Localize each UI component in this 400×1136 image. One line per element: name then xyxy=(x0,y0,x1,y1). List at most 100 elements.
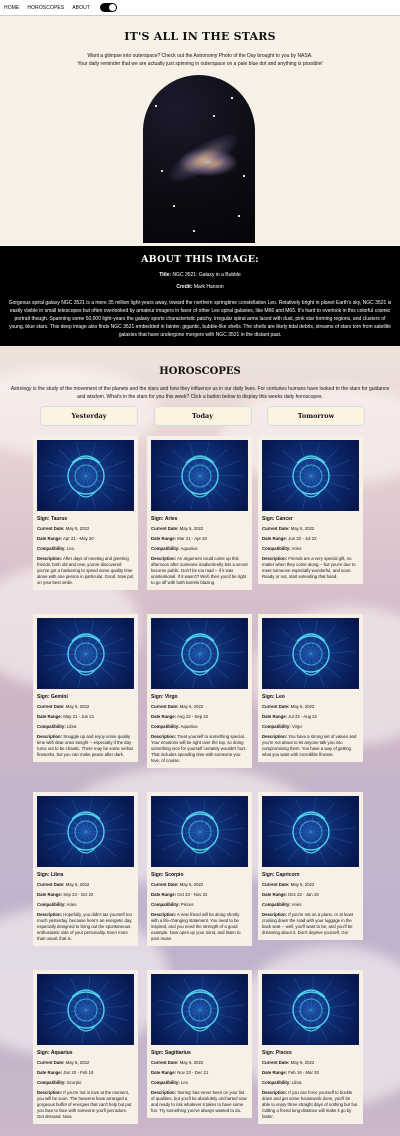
page-title: IT'S ALL IN THE STARS xyxy=(124,30,276,43)
top-nav: HOME HOROSCOPES ABOUT xyxy=(0,0,400,16)
hero-text-line-1: Want a glimpse into outerspace? Check ou… xyxy=(87,53,313,59)
card-sign: Sign: Pisces xyxy=(262,1050,292,1056)
day-tabs: Yesterday Today Tomorrow xyxy=(40,406,365,426)
card-sign: Sign: Cancer xyxy=(262,516,293,522)
card-current-date: Current Date: May 5, 2022 xyxy=(37,882,90,887)
card-current-date: Current Date: May 5, 2022 xyxy=(37,526,90,531)
image-credit: Credit: Mark Hanson xyxy=(176,284,224,290)
image-description: Gorgeous spiral galaxy NGC 3521 is a mer… xyxy=(8,300,392,338)
card-date-range: Date Range: Dec 22 - Jan 19 xyxy=(262,892,319,897)
card-date-range: Date Range: Aug 23 - Sep 22 xyxy=(151,714,209,719)
card-sign: Sign: Virgo xyxy=(151,694,178,700)
card-current-date: Current Date: May 5, 2022 xyxy=(151,1060,204,1065)
card-description: Description: If you're not on a plane, o… xyxy=(262,912,354,935)
card-date-range: Date Range: Nov 23 - Dec 21 xyxy=(151,1070,209,1075)
card-sign: Sign: Aries xyxy=(151,516,178,522)
hero-text-line-2: Your daily reminder that we are actually… xyxy=(77,61,323,67)
zodiac-sign-image xyxy=(151,618,248,689)
card-date-range: Date Range: Apr 21 - May 20 xyxy=(37,536,94,541)
card-date-range: Date Range: Oct 23 - Nov 22 xyxy=(151,892,208,897)
card-current-date: Current Date: May 5, 2022 xyxy=(262,526,315,531)
about-image-section: ABOUT THIS IMAGE: Title: NGC 3521: Galax… xyxy=(0,246,400,346)
card-description: Description: Hopefully, you didn't tax y… xyxy=(37,912,133,941)
card-current-date: Current Date: May 5, 2022 xyxy=(262,704,315,709)
horoscope-card: Sign: Taurus Current Date: May 5, 2022 Dat… xyxy=(33,436,138,590)
card-compatibility: Compatibility: Virgo xyxy=(262,724,302,729)
zodiac-sign-image xyxy=(262,796,359,867)
card-description: Description: If you're not in love at th… xyxy=(37,1090,132,1119)
zodiac-sign-image xyxy=(262,974,359,1045)
card-description: Description: Treat yourself to something… xyxy=(151,734,247,763)
card-description: Description: Friends are a very special … xyxy=(262,556,356,579)
card-current-date: Current Date: May 5, 2022 xyxy=(37,1060,90,1065)
card-description: Description: Snuggle up and enjoy some q… xyxy=(37,734,133,757)
card-sign: Sign: Scorpio xyxy=(151,872,184,878)
zodiac-sign-image xyxy=(151,974,248,1045)
card-date-range: Date Range: Jul 23 - Aug 22 xyxy=(262,714,317,719)
zodiac-sign-image xyxy=(37,796,134,867)
card-compatibility: Compatibility: Aquarius xyxy=(151,546,198,551)
zodiac-sign-image xyxy=(262,618,359,689)
card-compatibility: Compatibility: Aries xyxy=(37,902,77,907)
card-compatibility: Compatibility: Leo xyxy=(37,546,75,551)
card-description: Description: An argument could come up t… xyxy=(151,556,248,585)
card-description: Description: If you can force yourself t… xyxy=(262,1090,359,1119)
yesterday-button[interactable]: Yesterday xyxy=(40,406,138,426)
nav-home-link[interactable]: HOME xyxy=(4,5,19,11)
horoscope-card: Sign: Gemini Current Date: May 5, 2022 Dat… xyxy=(33,614,138,762)
card-compatibility: Compatibility: Pisces xyxy=(151,902,194,907)
card-date-range: Date Range: Jan 20 - Feb 18 xyxy=(37,1070,94,1075)
about-heading: ABOUT THIS IMAGE: xyxy=(141,254,259,265)
card-date-range: Date Range: Sep 23 - Oct 22 xyxy=(37,892,94,897)
horoscope-card: Sign: Aries Current Date: May 5, 2022 Date… xyxy=(147,436,252,590)
card-compatibility: Compatibility: Libra xyxy=(262,1080,302,1085)
card-current-date: Current Date: May 5, 2022 xyxy=(262,1060,315,1065)
nav-horoscopes-link[interactable]: HOROSCOPES xyxy=(27,5,64,11)
horoscope-card: Sign: Leo Current Date: May 5, 2022 Date R… xyxy=(258,614,363,762)
horoscope-card: Sign: Capricorn Current Date: May 5, 2022… xyxy=(258,792,363,940)
zodiac-sign-image xyxy=(37,618,134,689)
card-compatibility: Compatibility: Aries xyxy=(262,902,302,907)
tomorrow-button[interactable]: Tomorrow xyxy=(267,406,365,426)
horoscope-card: Sign: Pisces Current Date: May 5, 2022 Dat… xyxy=(258,970,363,1124)
card-date-range: Date Range: Feb 19 - Mar 20 xyxy=(262,1070,319,1075)
horoscope-card: Sign: Cancer Current Date: May 5, 2022 Dat… xyxy=(258,436,363,584)
card-sign: Sign: Libra xyxy=(37,872,64,878)
card-compatibility: Compatibility: Aquarius xyxy=(151,724,198,729)
card-date-range: Date Range: Mar 21 - Apr 20 xyxy=(151,536,207,541)
card-description: Description: After days of meeting and g… xyxy=(37,556,134,585)
card-sign: Sign: Gemini xyxy=(37,694,68,700)
image-title: Title: NGC 3521: Galaxy in a Bubble xyxy=(159,272,241,278)
card-sign: Sign: Leo xyxy=(262,694,285,700)
card-current-date: Current Date: May 5, 2022 xyxy=(151,882,204,887)
horoscope-card: Sign: Virgo Current Date: May 5, 2022 Date… xyxy=(147,614,252,768)
horoscope-card: Sign: Libra Current Date: May 5, 2022 Date… xyxy=(33,792,138,946)
horoscope-card: Sign: Scorpio Current Date: May 5, 2022 Da… xyxy=(147,792,252,946)
card-date-range: Date Range: May 21 - Jun 21 xyxy=(37,714,95,719)
horoscopes-section: HOROSCOPES Astrology is the study of the… xyxy=(0,346,400,401)
card-description: Description: You have a strong set of va… xyxy=(262,734,357,757)
zodiac-sign-image xyxy=(37,440,134,511)
card-current-date: Current Date: May 5, 2022 xyxy=(37,704,90,709)
hero-section: IT'S ALL IN THE STARS Want a glimpse int… xyxy=(0,16,400,246)
card-sign: Sign: Aquarius xyxy=(37,1050,73,1056)
card-sign: Sign: Taurus xyxy=(37,516,68,522)
card-compatibility: Compatibility: Libra xyxy=(37,724,77,729)
zodiac-sign-image xyxy=(37,974,134,1045)
card-compatibility: Compatibility: Scorpio xyxy=(37,1080,82,1085)
zodiac-sign-image xyxy=(151,796,248,867)
horoscopes-intro: Astrology is the study of the movement o… xyxy=(10,386,390,400)
horoscope-card: Sign: Aquarius Current Date: May 5, 2022 D… xyxy=(33,970,138,1124)
card-current-date: Current Date: May 5, 2022 xyxy=(151,526,204,531)
card-description: Description: A new friend will be along … xyxy=(151,912,241,941)
card-description: Description: 'Boring' has never been on … xyxy=(151,1090,247,1113)
card-current-date: Current Date: May 5, 2022 xyxy=(151,704,204,709)
zodiac-sign-image xyxy=(151,440,248,511)
card-sign: Sign: Sagittarius xyxy=(151,1050,191,1056)
horoscopes-heading: HOROSCOPES xyxy=(159,366,241,377)
nav-about-link[interactable]: ABOUT xyxy=(72,5,90,11)
card-compatibility: Compatibility: Aries xyxy=(262,546,302,551)
theme-toggle[interactable] xyxy=(99,3,117,12)
today-button[interactable]: Today xyxy=(153,406,252,426)
horoscope-card: Sign: Sagittarius Current Date: May 5, 20… xyxy=(147,970,252,1118)
